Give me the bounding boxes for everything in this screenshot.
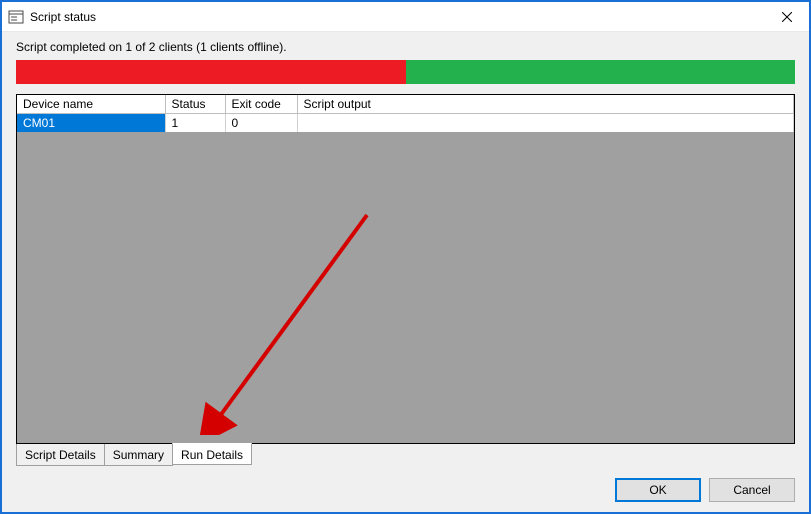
results-grid[interactable]: Device name Status Exit code Script outp… (16, 94, 795, 444)
dialog-content: Script completed on 1 of 2 clients (1 cl… (2, 32, 809, 512)
progress-bar (16, 60, 795, 84)
tab-label: Script Details (25, 448, 96, 462)
grid-header-row: Device name Status Exit code Script outp… (17, 95, 794, 114)
col-header-status[interactable]: Status (165, 95, 225, 114)
cell-status: 1 (165, 114, 225, 133)
tab-label: Run Details (181, 448, 243, 462)
progress-segment-success (406, 60, 796, 84)
dialog-window: Script status Script completed on 1 of 2… (0, 0, 811, 514)
tab-label: Summary (113, 448, 164, 462)
cancel-button[interactable]: Cancel (709, 478, 795, 502)
ok-button[interactable]: OK (615, 478, 701, 502)
close-button[interactable] (764, 2, 809, 32)
table-row[interactable]: CM01 1 0 (17, 114, 794, 133)
tab-summary[interactable]: Summary (104, 444, 173, 466)
cell-device: CM01 (17, 114, 165, 133)
tab-strip: Script Details Summary Run Details (16, 444, 795, 466)
close-icon (782, 12, 792, 22)
app-icon (8, 9, 24, 25)
dialog-buttons: OK Cancel (16, 478, 795, 502)
col-header-device[interactable]: Device name (17, 95, 165, 114)
cell-exit: 0 (225, 114, 297, 133)
tab-run-details[interactable]: Run Details (172, 443, 252, 465)
progress-segment-failed (16, 60, 406, 84)
titlebar: Script status (2, 2, 809, 32)
col-header-output[interactable]: Script output (297, 95, 794, 114)
annotation-arrow-icon (197, 205, 397, 435)
status-text: Script completed on 1 of 2 clients (1 cl… (16, 40, 795, 54)
cell-output (297, 114, 794, 133)
tab-script-details[interactable]: Script Details (16, 444, 105, 466)
col-header-exit[interactable]: Exit code (225, 95, 297, 114)
window-title: Script status (30, 10, 764, 24)
